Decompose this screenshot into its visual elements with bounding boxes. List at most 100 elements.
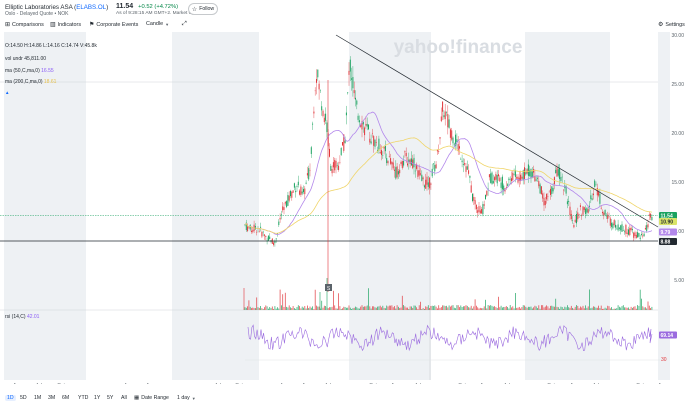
ma200-legend[interactable]: ma (200,C,ma,0) 18.61 (5, 79, 56, 85)
volume-bar (590, 308, 592, 310)
date-range-button[interactable]: ▦ Date Range (134, 395, 169, 401)
price-candle (248, 227, 250, 229)
price-candle (391, 161, 393, 165)
price-candle (303, 189, 304, 193)
volume-bar (567, 305, 568, 310)
price-axis: 30.0025.0020.0015.0010.005.00 (671, 33, 684, 284)
volume-bar (270, 308, 272, 310)
range-button-3m[interactable]: 3M (46, 395, 57, 401)
volume-bar (468, 307, 469, 310)
volume-bar (498, 296, 499, 310)
volume-bar (481, 308, 482, 310)
indicators-button[interactable]: ▥ Indicators (50, 21, 81, 29)
price-candle (400, 161, 402, 164)
range-button-1y[interactable]: 1Y (92, 395, 102, 401)
price-chart[interactable]: yahoo!finance S 30.00 25.00 20.00 15.00 10.0… (0, 32, 690, 384)
comparisons-button[interactable]: ⊞ Comparisons (5, 21, 44, 29)
fullscreen-button[interactable]: ⤢ (182, 21, 187, 28)
range-button-5y[interactable]: 5Y (105, 395, 115, 401)
volume-bar (457, 305, 459, 310)
price-candle (604, 210, 606, 215)
time-axis-month: Apr (13, 383, 21, 384)
range-button-6m[interactable]: 6M (60, 395, 71, 401)
price-candle (637, 232, 639, 238)
time-axis-month: Oct (636, 383, 644, 384)
volume-bar (504, 306, 506, 310)
range-button-5d[interactable]: 5D (18, 395, 29, 401)
price-candle (635, 234, 637, 238)
price-candle (284, 201, 286, 204)
price-candle (442, 101, 444, 112)
price-candle (422, 177, 424, 180)
price-candle (314, 90, 316, 92)
volume-bar (264, 307, 265, 310)
volume-bar (274, 306, 276, 310)
range-button-all[interactable]: All (119, 395, 129, 401)
volume-bar (356, 307, 358, 310)
legend-collapse-toggle[interactable]: ▲ (5, 90, 9, 95)
price-candle (396, 166, 398, 178)
price-change: +0.52 (+4.72%) (138, 4, 178, 10)
price-candle (508, 178, 510, 181)
price-candle (618, 227, 620, 229)
volume-bar (317, 306, 319, 310)
price-candle (313, 111, 315, 114)
price-candle (351, 78, 353, 80)
volume-bar (437, 308, 438, 310)
price-candle (403, 160, 405, 166)
price-candle (470, 185, 472, 193)
price-candle (485, 194, 486, 200)
volume-bar (404, 306, 406, 310)
settings-button[interactable]: ⚙ Settings (658, 21, 685, 29)
volume-bar (391, 305, 393, 310)
follow-button[interactable]: ☆ Follow (188, 3, 218, 15)
range-button-1d[interactable]: 1D (5, 395, 16, 401)
volume-bar (607, 305, 609, 310)
chart-canvas[interactable]: yahoo!finance S 30.0025.0020.0015.0010.0… (0, 32, 690, 384)
price-candle (551, 186, 553, 194)
price-candle (501, 176, 503, 190)
ticker-symbol[interactable]: ELABS.OL (76, 4, 106, 11)
time-axis-month: Oct (547, 383, 555, 384)
volume-bar (413, 305, 415, 310)
volume-bar (405, 307, 407, 310)
price-candle (386, 158, 388, 164)
price-candle (282, 206, 284, 211)
corporate-events-button[interactable]: ⚑ Corporate Events (89, 21, 138, 29)
volume-bar (369, 306, 371, 310)
ma50-legend[interactable]: ma (50,C,ma,0) 16.55 (5, 68, 54, 74)
price-candle (568, 200, 570, 203)
range-button-1m[interactable]: 1M (32, 395, 43, 401)
rsi-legend[interactable]: rsi (14,C) 42.01 (5, 314, 39, 320)
volume-bar (448, 305, 450, 310)
volume-bar (252, 307, 254, 310)
volume-bar (303, 307, 304, 310)
price-candle (334, 160, 336, 171)
volume-bar (474, 299, 476, 310)
interval-dropdown[interactable]: 1 day ▼ (177, 395, 196, 401)
volume-bar (641, 298, 642, 310)
follow-label: Follow (199, 6, 215, 12)
price-candle (296, 185, 298, 187)
volume-bar (453, 307, 455, 310)
volume-bar (396, 305, 398, 310)
volume-bar (401, 295, 403, 310)
price-candle (267, 235, 269, 241)
price-candle (592, 193, 594, 196)
price-candle (507, 184, 509, 186)
volume-bar (444, 306, 446, 310)
volume-bar (646, 308, 648, 310)
volume-bar (364, 306, 365, 310)
year-shade-band (658, 32, 670, 380)
price-candle (362, 121, 364, 125)
price-candle (488, 174, 490, 178)
price-candle (469, 175, 471, 178)
price-candle (572, 219, 574, 221)
price-candle (535, 179, 537, 181)
price-candle (511, 178, 512, 182)
chart-type-dropdown[interactable]: Candle ▼ (146, 21, 169, 27)
volume-bar (593, 306, 594, 310)
price-candle (612, 223, 614, 229)
volume-bar (628, 307, 629, 310)
range-button-ytd[interactable]: YTD (76, 395, 90, 401)
